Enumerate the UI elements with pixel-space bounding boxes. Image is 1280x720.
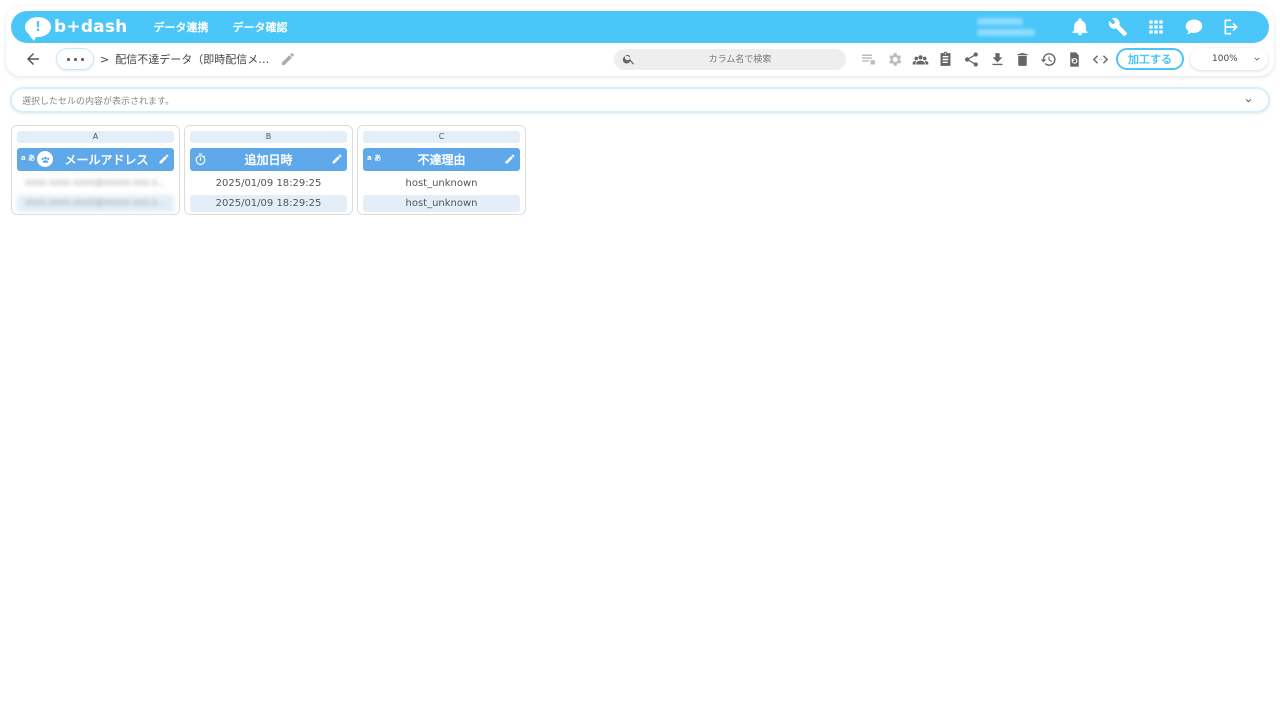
refresh-file-icon[interactable] (1062, 48, 1088, 70)
breadcrumb-separator: > (100, 53, 110, 66)
column-name: メールアドレス (64, 153, 149, 167)
column-letter[interactable]: A (17, 131, 174, 143)
app-logo[interactable]: ! b+dash (25, 17, 128, 41)
code-icon[interactable] (1087, 48, 1113, 70)
group-icon[interactable] (37, 151, 53, 167)
zoom-select[interactable]: 100% (1190, 48, 1268, 70)
nav-link-data-integration[interactable]: データ連携 (153, 19, 208, 35)
table-cell[interactable]: 2025/01/09 18:29:25 (190, 175, 347, 192)
column-c: C a あ 不達理由 host_unknown host_unknown (357, 125, 526, 215)
column-name: 追加日時 (244, 153, 293, 167)
table-cell[interactable]: 2025/01/09 18:29:25 (190, 195, 347, 212)
bell-icon[interactable] (1061, 11, 1099, 43)
wrench-icon[interactable] (1099, 11, 1137, 43)
nav-link-data-check[interactable]: データ確認 (232, 19, 287, 35)
cell-content-viewer[interactable]: 選択したセルの内容が表示されます。 (10, 87, 1270, 113)
column-search[interactable] (614, 49, 846, 70)
grid-icon[interactable] (1137, 11, 1175, 43)
trash-icon[interactable] (1010, 48, 1036, 70)
table-cell[interactable]: host_unknown (363, 195, 520, 212)
logo-bubble-icon: ! (25, 17, 51, 41)
search-input[interactable] (642, 49, 838, 70)
gear-icon[interactable] (882, 48, 908, 70)
column-header[interactable]: a あ 不達理由 (363, 148, 520, 171)
column-header[interactable]: 追加日時 (190, 148, 347, 171)
chevron-down-icon (1254, 57, 1260, 61)
edit-title-icon[interactable] (280, 51, 296, 67)
clipboard-icon[interactable] (933, 48, 959, 70)
text-type-label: a あ (367, 154, 382, 162)
cell-content-placeholder: 選択したセルの内容が表示されます。 (22, 97, 175, 107)
breadcrumb-current[interactable]: 配信不達データ（即時配信メ… (115, 53, 269, 66)
toolbar: > 配信不達データ（即時配信メ… 加工する 100% (6, 46, 1274, 74)
column-letter[interactable]: B (190, 131, 347, 143)
column-b: B 追加日時 2025/01/09 18:29:25 2025/01/09 18… (184, 125, 353, 215)
edit-column-icon[interactable] (504, 153, 516, 165)
download-icon[interactable] (984, 48, 1010, 70)
column-letter[interactable]: C (363, 131, 520, 143)
top-nav-bar: ! b+dash データ連携 データ確認 (11, 11, 1269, 43)
table-cell[interactable]: host_unknown (363, 175, 520, 192)
column-name: 不達理由 (417, 153, 466, 167)
logo-text: b+dash (54, 17, 128, 37)
table-cell[interactable]: xxxx.xxxx.xxxx@xxxxx.xxx.x… (17, 195, 174, 212)
timer-icon (195, 153, 206, 165)
login-icon[interactable] (1213, 11, 1251, 43)
process-button[interactable]: 加工する (1116, 48, 1184, 70)
share-icon[interactable] (959, 48, 985, 70)
breadcrumb: > 配信不達データ（即時配信メ… (100, 51, 269, 67)
list-icon[interactable] (856, 48, 882, 70)
table-cell[interactable]: xxxx.xxxx.xxxx@xxxxx.xxx.x… (17, 175, 174, 192)
text-type-label: a あ (21, 154, 36, 162)
header-panel: ! b+dash データ連携 データ確認 > 配信不達データ（即時配信メ… カラ… (6, 6, 1274, 76)
zoom-value: 100% (1212, 54, 1238, 64)
edit-column-icon[interactable] (158, 153, 170, 165)
column-a: A a あ メールアドレス xxxx.xxxx.xxxx@xxxxx.xxx.x… (11, 125, 180, 215)
chevron-down-icon[interactable] (1243, 95, 1254, 106)
users-icon[interactable] (907, 48, 933, 70)
breadcrumb-more-button[interactable] (56, 48, 94, 70)
column-header[interactable]: a あ メールアドレス (17, 148, 174, 171)
search-icon (622, 54, 635, 65)
user-info-blurred[interactable] (977, 14, 1039, 40)
chat-icon[interactable] (1175, 11, 1213, 43)
history-icon[interactable] (1036, 48, 1062, 70)
back-arrow-icon[interactable] (24, 50, 42, 68)
edit-column-icon[interactable] (331, 153, 343, 165)
